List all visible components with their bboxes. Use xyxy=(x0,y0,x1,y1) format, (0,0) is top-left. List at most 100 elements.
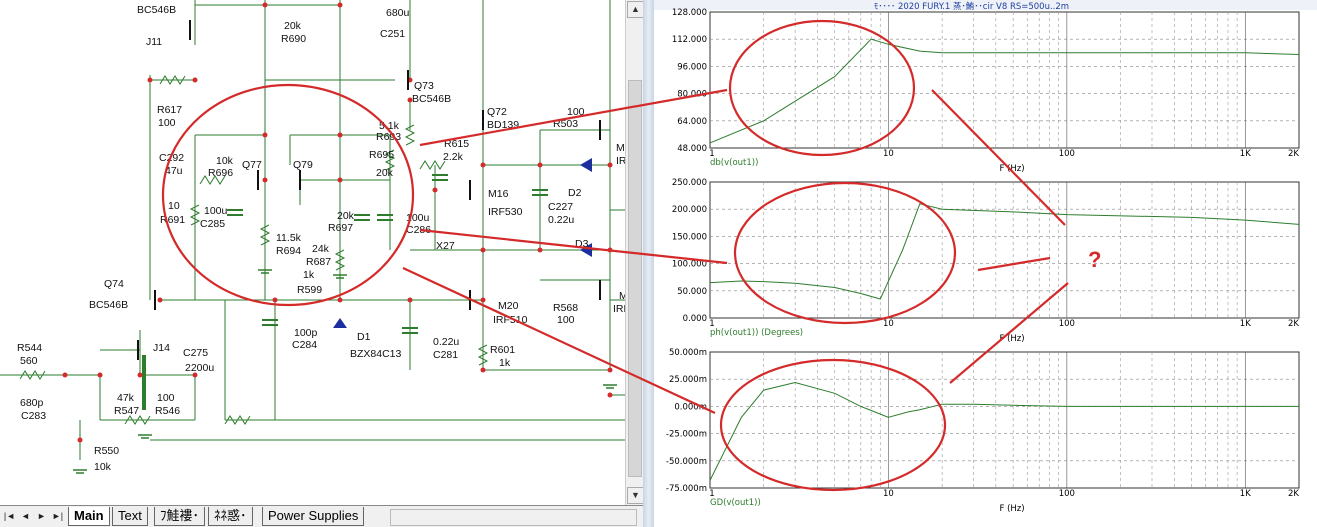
x-tick-label: 10 xyxy=(883,149,894,159)
component-label: D3 xyxy=(575,238,589,250)
scroll-down-icon[interactable]: ▼ xyxy=(627,487,643,504)
junction-dot xyxy=(262,132,268,138)
component-label: C251 xyxy=(380,28,405,40)
component-label: R601 xyxy=(490,344,515,356)
junction-dot xyxy=(77,437,83,443)
junction-dot xyxy=(262,177,268,183)
component-label: Q79 xyxy=(293,159,313,171)
tab-main[interactable]: Main xyxy=(68,507,110,526)
component-label: R687 xyxy=(306,256,331,268)
x-tick-label: 2K xyxy=(1288,489,1299,499)
vertical-scrollbar[interactable]: ▲ ▼ xyxy=(625,0,643,505)
y-tick-label: 25.000m xyxy=(669,375,707,385)
analysis-plots: ﾓ････ 2020 FURY.1 蒸･鮪･･cir V8 RS=500u..2… xyxy=(654,0,1317,514)
junction-dot xyxy=(147,77,153,83)
component-label: R544 xyxy=(17,342,42,354)
y-tick-label: 48.000 xyxy=(677,144,707,154)
component-label: 0.22u xyxy=(433,336,459,348)
x-tick-label: 10 xyxy=(883,489,894,499)
first-tab-icon[interactable]: |◄ xyxy=(3,509,16,523)
component-label: M20 xyxy=(498,300,519,312)
tab-text[interactable]: Text xyxy=(112,507,148,526)
component-label: M16 xyxy=(488,188,509,200)
component-label: IRF510 xyxy=(493,314,528,326)
y-tick-label: 64.000 xyxy=(677,117,707,127)
plot-frame xyxy=(709,181,1300,319)
junction-dot xyxy=(97,372,103,378)
junction-dot xyxy=(337,132,343,138)
component-label: 1k xyxy=(499,357,511,369)
component-label: R568 xyxy=(553,302,578,314)
component-label: 100u xyxy=(204,205,228,217)
schematic-canvas[interactable]: BC546B20kR690680uC251J11Q73BC546BR617100… xyxy=(0,0,625,505)
component-label: R697 xyxy=(328,222,353,234)
component-label: BC546B xyxy=(137,4,176,16)
y-tick-label: -25.000m xyxy=(666,430,707,440)
y-tick-label: -75.000m xyxy=(666,484,707,494)
trace-label: GD(v(out1)) xyxy=(710,498,761,508)
component-label: R503 xyxy=(553,118,578,130)
junction-dot xyxy=(272,297,278,303)
x-axis-label: F (Hz) xyxy=(1000,334,1025,344)
scroll-thumb[interactable] xyxy=(628,80,642,477)
component-label: R546 xyxy=(155,405,180,417)
tab-3[interactable]: ﾌ鮭褸･ xyxy=(154,507,206,526)
analysis-plot-window[interactable]: ﾓ････ 2020 FURY.1 蒸･鮪･･cir V8 RS=500u..2… xyxy=(654,0,1317,527)
tab-4[interactable]: ﾈﾈ惑･ xyxy=(208,507,253,526)
y-tick-label: 50.000m xyxy=(669,348,707,358)
y-tick-label: 200.000 xyxy=(672,205,707,215)
component-label: 20k xyxy=(284,20,302,32)
diode-d2-icon xyxy=(580,158,592,172)
component-label: 100 xyxy=(567,106,585,118)
component-label: 10k xyxy=(216,155,234,167)
x-axis-label: F (Hz) xyxy=(1000,504,1025,514)
trace-label: ph(v(out1)) (Degrees) xyxy=(710,328,803,338)
component-label: 1k xyxy=(303,269,315,281)
junction-dot xyxy=(262,2,268,8)
component-label: IRF xyxy=(616,155,625,167)
plot-frame xyxy=(709,11,1300,149)
component-label: D1 xyxy=(357,331,371,343)
component-label: C285 xyxy=(200,218,225,230)
component-label: Q74 xyxy=(104,278,124,290)
component-label: 20k xyxy=(376,167,394,179)
window-divider[interactable] xyxy=(643,0,654,527)
component-label: 0.22u xyxy=(548,214,574,226)
junction-dot xyxy=(337,297,343,303)
component-label: 11.5k xyxy=(276,232,302,244)
last-tab-icon[interactable]: ►| xyxy=(51,509,64,523)
component-label: J14 xyxy=(153,342,170,354)
x-tick-label: 10 xyxy=(883,319,894,329)
y-tick-label: 80.000 xyxy=(677,90,707,100)
next-tab-icon[interactable]: ► xyxy=(35,509,48,523)
schematic-window[interactable]: BC546B 20k R690 680u C251 J11 Q73 BC546B R617 100… xyxy=(0,0,643,527)
junction-dot xyxy=(480,367,486,373)
junction-dot xyxy=(480,247,486,253)
component-label: J11 xyxy=(146,36,162,48)
prev-tab-icon[interactable]: ◄ xyxy=(19,509,32,523)
junction-dot xyxy=(607,162,613,168)
junction-dot xyxy=(157,297,163,303)
horizontal-scrollbar[interactable] xyxy=(390,509,637,526)
junction-dot xyxy=(480,162,486,168)
component-label: R693 xyxy=(376,131,401,143)
diode-d1-icon xyxy=(333,318,347,328)
component-label: C275 xyxy=(183,347,208,359)
resistor-icon xyxy=(419,160,446,170)
y-tick-label: 250.000 xyxy=(672,178,707,188)
component-label: BD139 xyxy=(487,119,519,131)
y-tick-label: 100.000 xyxy=(672,260,707,270)
scroll-up-icon[interactable]: ▲ xyxy=(627,1,643,18)
component-label: 2200u xyxy=(185,362,214,374)
x-tick-label: 1K xyxy=(1240,489,1251,499)
plot-title: ﾓ････ 2020 FURY.1 蒸･鮪･･cir V8 RS=500u..2… xyxy=(874,1,1069,12)
tab-power-supplies[interactable]: Power Supplies xyxy=(262,507,365,526)
component-label: 47u xyxy=(165,165,183,177)
y-tick-label: 150.000 xyxy=(672,232,707,242)
component-label: BC546B xyxy=(89,299,128,311)
y-tick-label: 0.000m xyxy=(674,402,707,412)
component-label: R694 xyxy=(276,245,301,257)
component-label: 20k xyxy=(337,210,355,222)
y-tick-label: 50.000 xyxy=(677,287,707,297)
x-tick-label: 100 xyxy=(1059,489,1075,499)
